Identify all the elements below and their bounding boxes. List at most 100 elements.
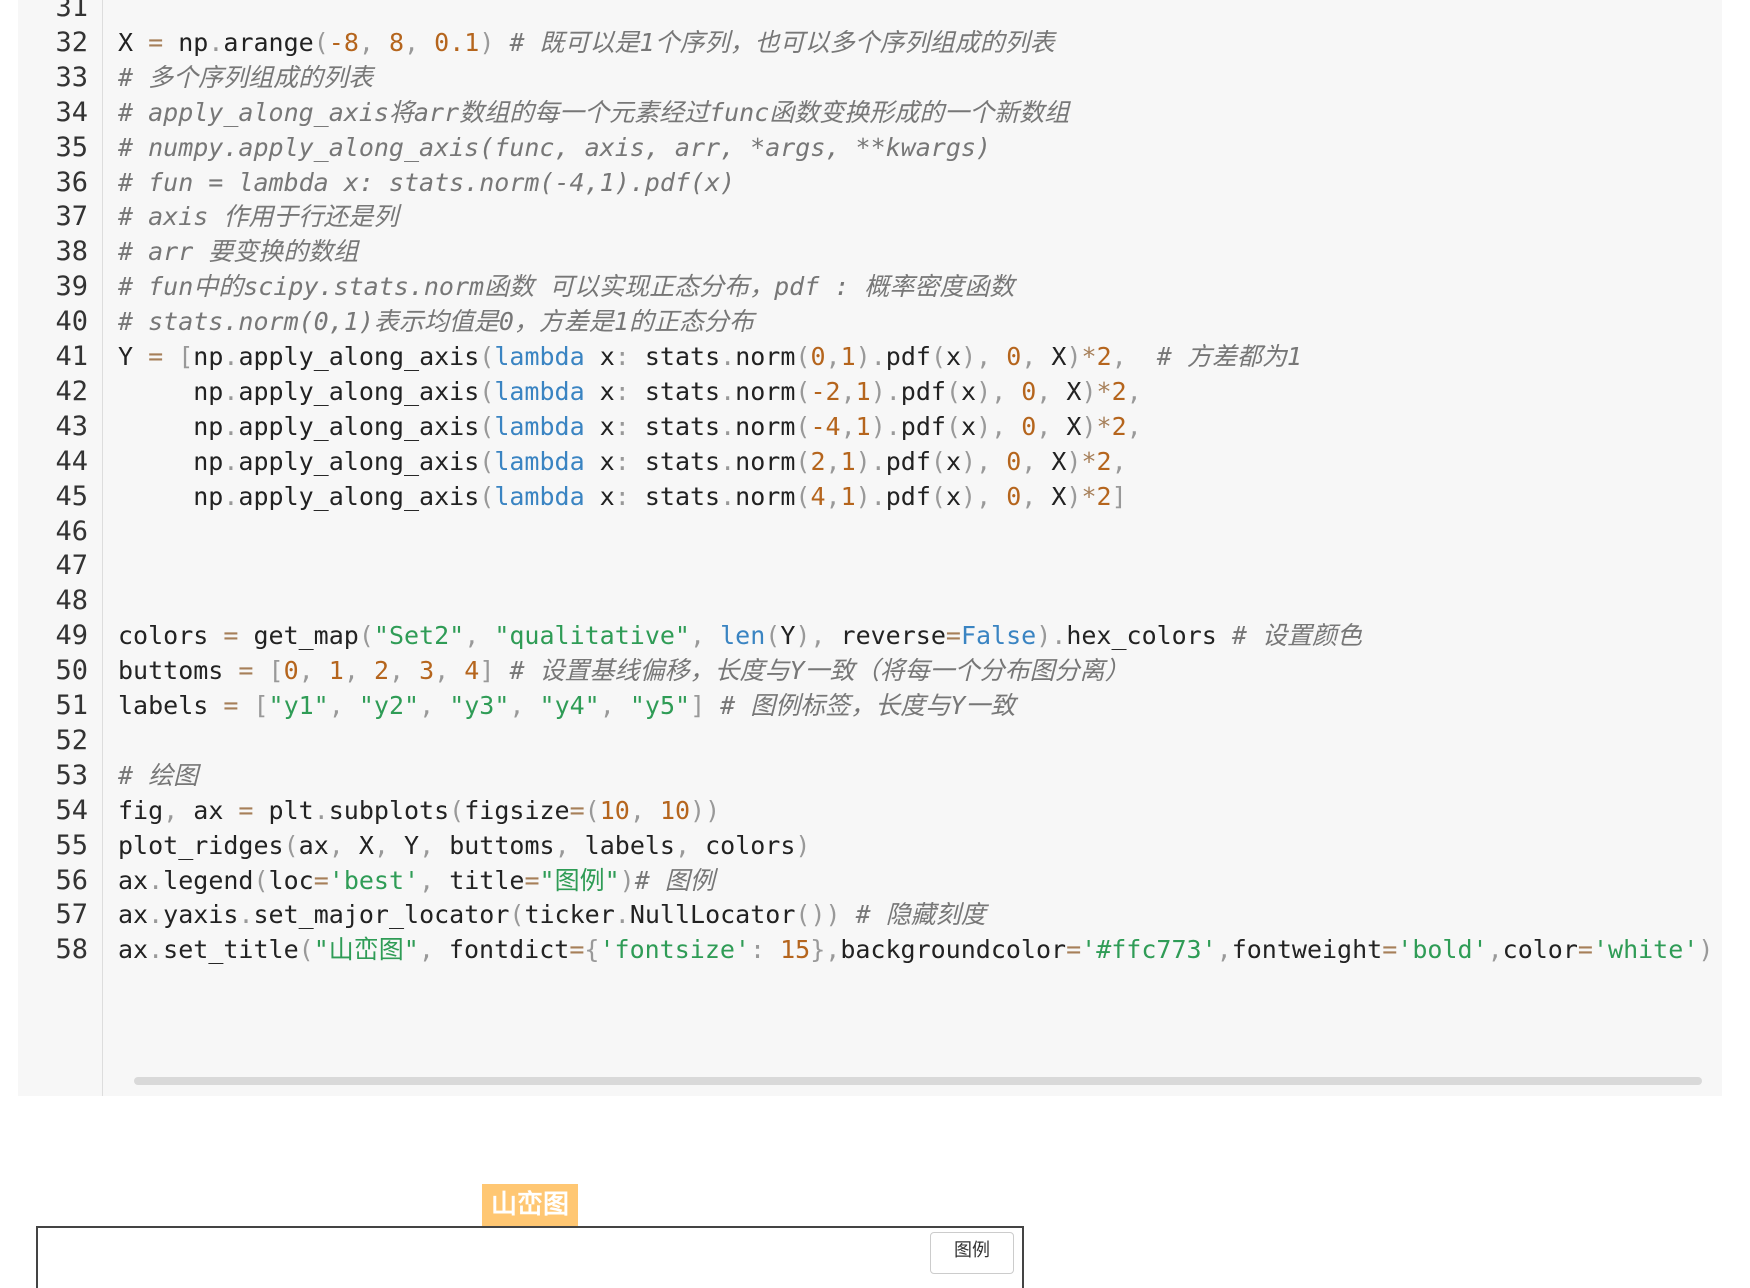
code-token: title [449,865,525,895]
code-token: [ [178,342,194,371]
code-token: apply_along_axis [238,446,480,476]
code-token: 'best' [328,865,420,895]
code-token: 2 [1096,446,1112,476]
code-token: ( [930,446,946,476]
code-token: # 图例标签，长度与Y一致 [720,691,1016,720]
line-number: 50 [55,655,88,687]
code-token: # arr 要变换的数组 [118,237,359,267]
code-token: lambda [494,446,585,476]
code-token: ( [930,342,946,371]
code-token: np [178,27,209,57]
line-number: 40 [55,306,88,338]
code-token: [ [253,691,269,720]
line-number: 34 [55,96,88,128]
code-token: * [1081,446,1097,476]
code-token: 0 [810,342,826,371]
code-token: X [358,830,374,860]
code-token: ), [976,411,1022,441]
code-token: , [509,691,540,720]
code-token: set_title [163,935,299,965]
code-token: # 绘图 [118,760,199,790]
code-token: "图例" [539,865,620,895]
line-number: 37 [55,201,88,233]
code-token: , [163,795,194,825]
code-token: ( [795,481,811,511]
line-number: 46 [55,515,88,547]
code-token: 2 [1096,342,1112,371]
line-number: 58 [55,934,88,966]
code-token: fontweight [1231,935,1383,965]
code-token: 4 [810,481,826,511]
code-token: yaxis [163,900,239,930]
code-token: . [720,342,736,371]
code-editor[interactable]: X = np.arange(-8, 8, 0.1) # 既可以是1个序列，也可以… [118,0,1718,1080]
code-token: ( [313,27,329,57]
code-token: NullLocator [629,900,796,930]
code-token: -8 [328,27,359,57]
code-token: 0 [1006,481,1022,511]
code-token: ( [479,411,495,441]
code-token: : [614,376,645,406]
code-token: x [584,481,615,511]
code-token: ) [795,830,811,860]
code-token: ), [961,446,1007,476]
code-token: plot_ridges [118,830,284,860]
code-line: # arr 要变换的数组 [118,232,358,271]
code-token: x [961,376,977,406]
code-token: = [1066,935,1082,965]
code-token: . [238,900,254,930]
code-line: np.apply_along_axis(lambda x: stats.norm… [118,407,1141,446]
code-token: x [584,411,615,441]
code-token: ), [961,481,1007,511]
code-token: ). [1036,621,1067,651]
line-number: 55 [55,829,88,861]
code-token: ax [298,830,329,860]
code-token: : [614,446,645,476]
code-token: 1 [855,376,871,406]
code-token: plt [268,795,314,825]
line-number: 45 [55,480,88,512]
code-token: np [118,376,224,406]
plot-title: 山峦图 [482,1184,578,1226]
code-token: ( [795,376,811,406]
code-token: X [1051,342,1067,371]
code-token: }, [810,935,841,965]
code-token: "山峦图" [313,935,419,965]
code-token: ) [1698,935,1714,965]
code-token: 2 [810,446,826,476]
code-token: . [148,935,164,965]
code-token: = [313,865,329,895]
code-token: . [223,342,239,371]
line-number: 39 [55,271,88,303]
code-token: ticker [524,900,615,930]
code-token: norm [735,411,796,441]
code-token: * [1081,481,1097,511]
code-token: [ [268,656,284,686]
line-number: 47 [55,550,88,582]
code-line: fig, ax = plt.subplots(figsize=(10, 10)) [118,791,720,830]
code-token: ), [795,621,841,651]
code-token: , [825,342,841,371]
code-token: hex_colors [1066,621,1232,651]
code-token: ( [930,481,946,511]
code-token: = [945,621,961,651]
code-token: X [1051,481,1067,511]
code-token: ( [358,621,374,651]
code-token: arange [223,27,314,57]
line-number: 54 [55,794,88,826]
code-token: , [343,656,374,686]
code-token: ax [118,900,149,930]
code-token: , [464,621,495,651]
code-token: # 设置颜色 [1231,621,1363,651]
horizontal-scrollbar[interactable] [134,1077,1702,1085]
code-token: , [1036,376,1067,406]
code-token: ) [1081,376,1097,406]
code-token: False [960,621,1037,651]
code-line: ax.legend(loc='best', title="图例")# 图例 [118,861,715,900]
code-token: X [118,27,149,57]
code-token: ) [619,865,635,895]
line-number: 53 [55,759,88,791]
code-token: : [614,481,645,511]
code-cell[interactable]: 31 32 33 34 35 36 37 38 39 40 41 42 43 44 45 46 47 48 49 50… [18,0,1722,1096]
code-token: # axis 作用于行还是列 [118,202,399,232]
